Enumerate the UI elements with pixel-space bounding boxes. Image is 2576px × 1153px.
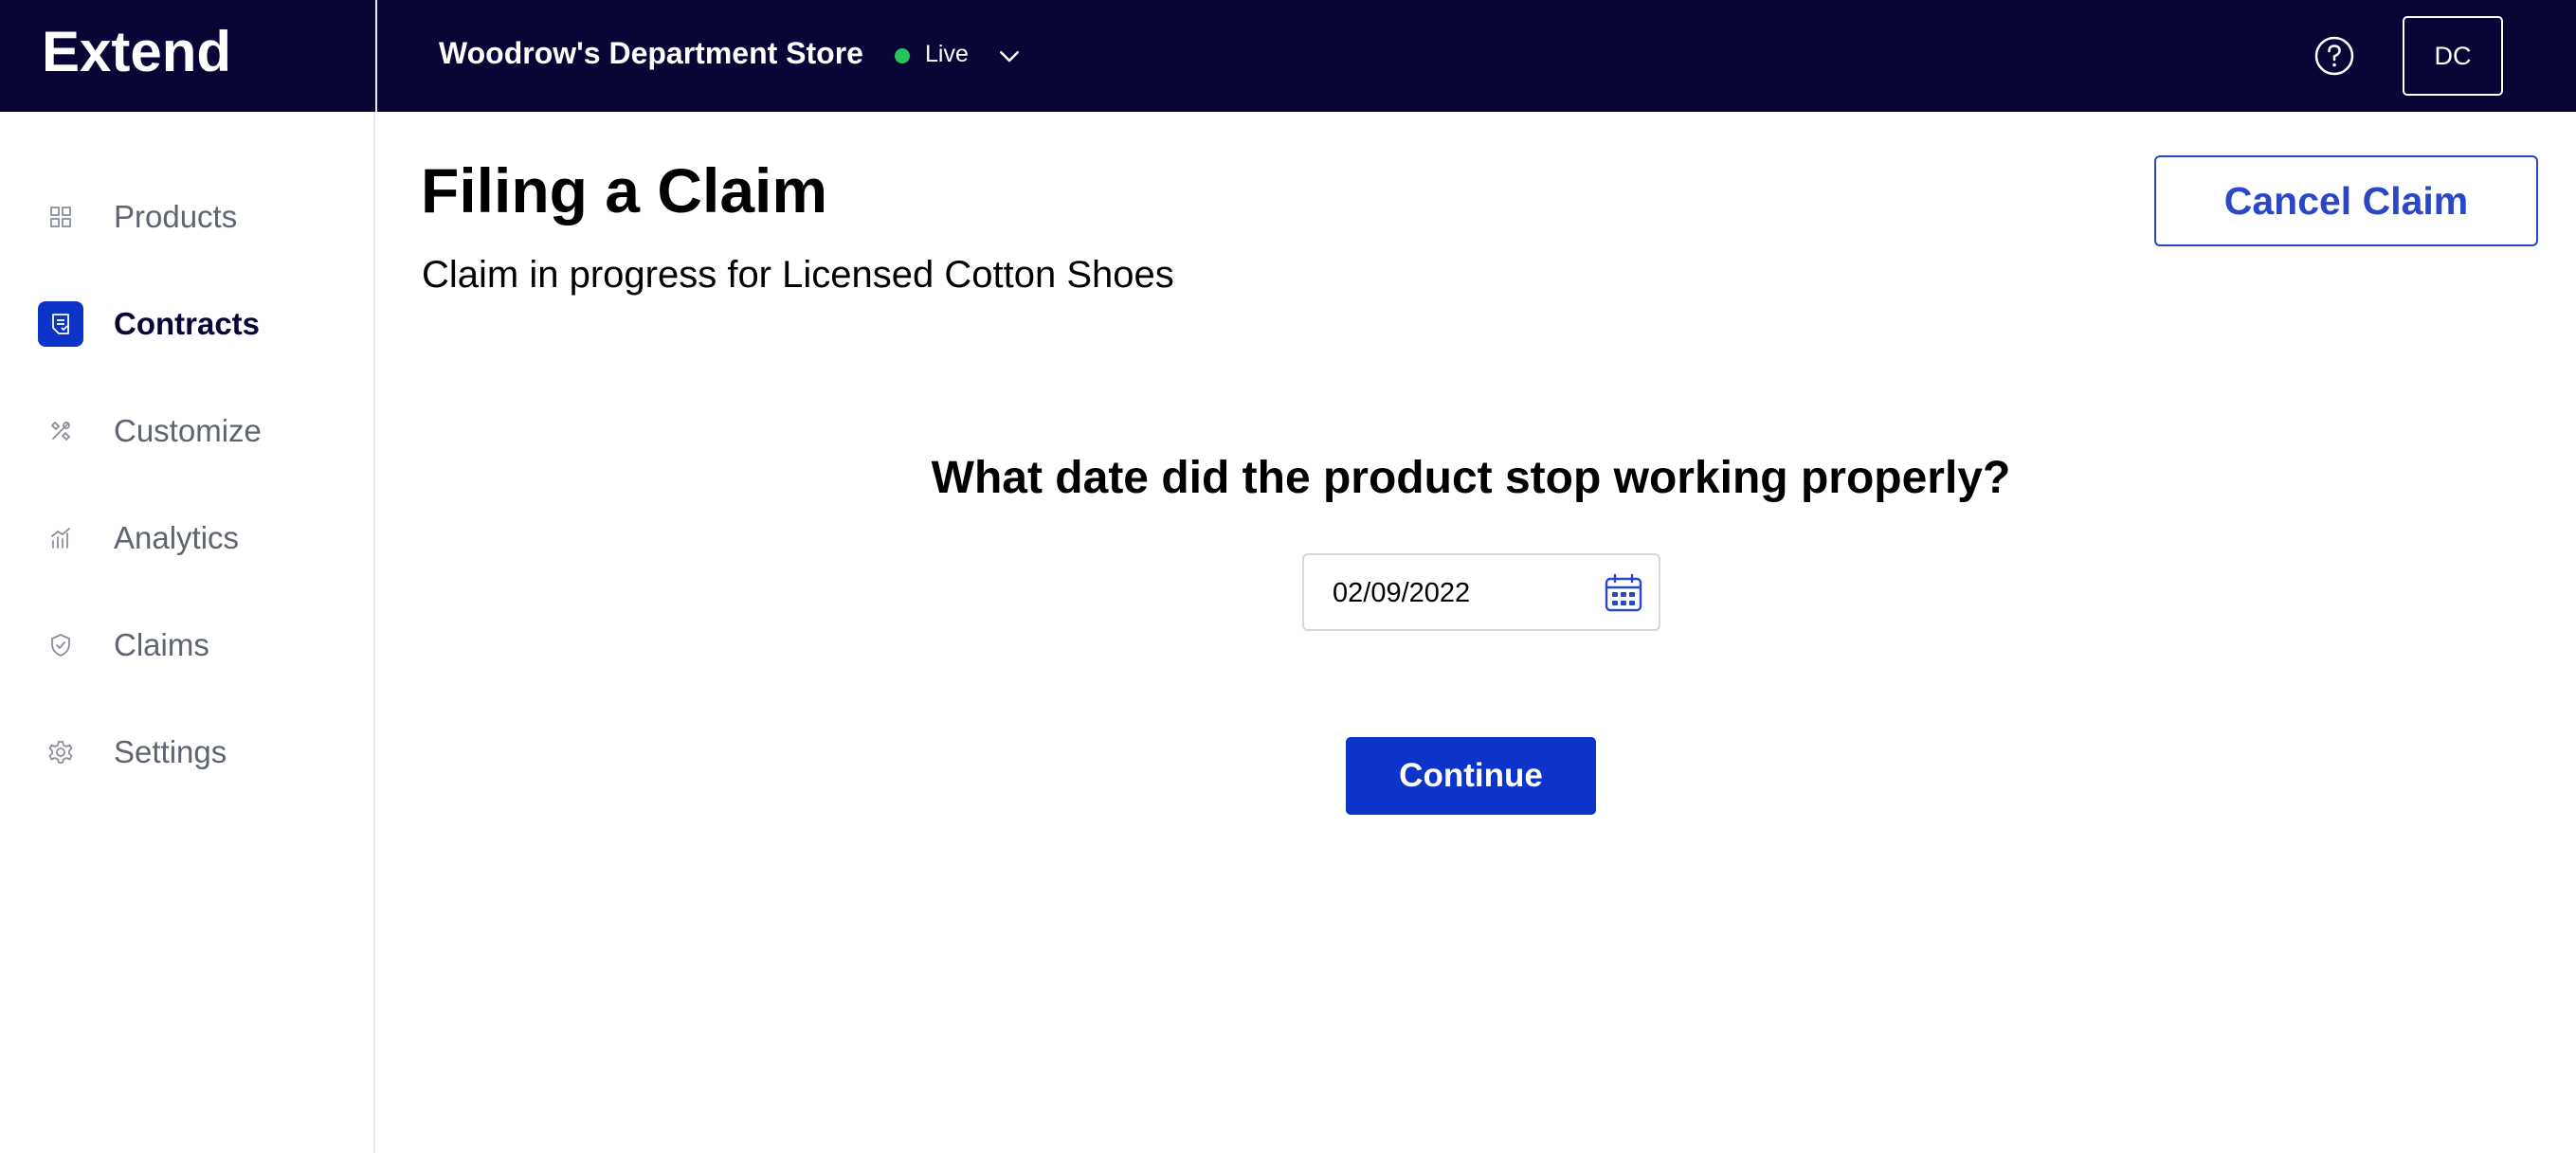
continue-button[interactable]: Continue xyxy=(1346,737,1596,815)
sidebar-item-analytics[interactable]: Analytics xyxy=(0,499,373,575)
sidebar-item-label: Claims xyxy=(114,627,209,662)
chart-icon xyxy=(38,515,83,561)
gear-icon xyxy=(38,730,83,775)
page-title: Filing a Claim xyxy=(421,155,828,225)
shield-icon xyxy=(38,622,83,668)
sidebar-item-contracts[interactable]: Contracts xyxy=(0,285,373,361)
question-heading: What date did the product stop working p… xyxy=(931,453,2011,503)
app-root: Extend Woodrow's Department Store Live D… xyxy=(0,0,2576,1153)
user-avatar-button[interactable]: DC xyxy=(2403,16,2503,96)
page-subtitle: Claim in progress for Licensed Cotton Sh… xyxy=(422,254,1174,296)
calendar-icon[interactable] xyxy=(1604,572,1643,614)
chevron-down-icon[interactable] xyxy=(995,42,1024,70)
date-field[interactable] xyxy=(1302,553,1660,631)
question-container: What date did the product stop working p… xyxy=(0,452,2576,504)
sidebar-item-customize[interactable]: Customize xyxy=(0,392,373,468)
sidebar-item-settings[interactable]: Settings xyxy=(0,713,373,789)
extend-logo[interactable]: Extend xyxy=(42,19,231,84)
topbar-divider xyxy=(375,0,377,112)
sidebar-item-label: Products xyxy=(114,199,238,234)
sidebar-item-label: Customize xyxy=(114,413,262,448)
cancel-claim-button[interactable]: Cancel Claim xyxy=(2154,155,2538,246)
sidebar-item-label: Settings xyxy=(114,734,227,769)
top-bar: Extend Woodrow's Department Store Live D… xyxy=(0,0,2576,112)
store-name[interactable]: Woodrow's Department Store xyxy=(439,36,863,71)
sidebar-item-label: Contracts xyxy=(114,306,261,341)
help-icon[interactable] xyxy=(2313,35,2355,77)
sidebar: Products Contracts Customize Analytics C xyxy=(0,112,375,1153)
live-status-label: Live xyxy=(925,41,969,67)
grid-icon xyxy=(38,194,83,240)
sidebar-item-label: Analytics xyxy=(114,520,240,555)
contract-icon xyxy=(38,301,83,347)
sidebar-item-claims[interactable]: Claims xyxy=(0,606,373,682)
sidebar-item-products[interactable]: Products xyxy=(0,178,373,254)
live-status-dot xyxy=(895,48,910,63)
tools-icon xyxy=(38,408,83,454)
date-input[interactable] xyxy=(1333,574,1579,612)
